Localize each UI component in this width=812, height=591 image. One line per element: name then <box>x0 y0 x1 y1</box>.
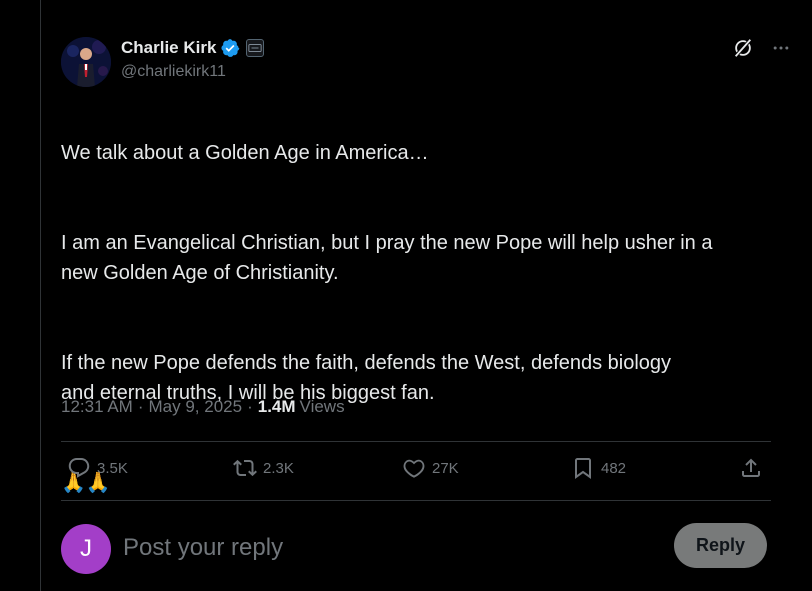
repost-icon <box>233 459 257 477</box>
repost-button[interactable]: 2.3K <box>233 456 294 480</box>
bookmark-count: 482 <box>601 459 627 477</box>
share-button[interactable] <box>739 456 763 480</box>
tweet-top-actions <box>731 36 793 60</box>
author-avatar[interactable] <box>61 37 111 87</box>
repost-count: 2.3K <box>263 459 294 477</box>
more-icon[interactable] <box>769 36 793 60</box>
verified-badge-icon[interactable] <box>220 38 240 58</box>
divider <box>61 500 771 501</box>
author-handle[interactable]: @charliekirk11 <box>121 63 226 81</box>
tweet-paragraph: I am an Evangelical Christian, but I pra… <box>61 232 713 284</box>
divider <box>61 441 771 442</box>
timeline-column: Charlie Kirk @charliekirk11 We talk abou… <box>40 0 812 591</box>
like-button[interactable]: 27K <box>402 456 459 480</box>
reply-composer: J Reply <box>61 522 771 574</box>
tweet-meta: 12:31 AM · May 9, 2025 · 1.4M Views <box>61 397 345 417</box>
affiliate-badge-icon[interactable] <box>246 39 265 57</box>
views-label: Views <box>299 397 345 416</box>
reply-input[interactable] <box>123 530 643 566</box>
reply-submit-button[interactable]: Reply <box>674 523 767 568</box>
grok-icon[interactable] <box>731 36 755 60</box>
tweet-actions-bar: 3.5K 2.3K 27K 482 <box>61 456 771 486</box>
tweet-date[interactable]: May 9, 2025 <box>149 397 243 417</box>
views-count[interactable]: 1.4M <box>258 397 296 417</box>
reply-icon <box>68 458 90 478</box>
author-display-name[interactable]: Charlie Kirk <box>121 38 216 58</box>
tweet-time[interactable]: 12:31 AM <box>61 397 133 417</box>
reply-count: 3.5K <box>97 459 128 477</box>
heart-icon <box>403 459 425 478</box>
bookmark-button[interactable]: 482 <box>571 456 626 480</box>
like-count: 27K <box>432 459 459 477</box>
tweet-paragraph: We talk about a Golden Age in America… <box>61 142 429 164</box>
reply-button[interactable]: 3.5K <box>67 456 128 480</box>
share-icon <box>742 458 760 477</box>
meta-separator: · <box>247 397 253 416</box>
user-avatar[interactable]: J <box>61 524 111 574</box>
meta-separator: · <box>137 397 144 416</box>
bookmark-icon <box>575 458 591 479</box>
author-name-row: Charlie Kirk <box>121 38 265 58</box>
